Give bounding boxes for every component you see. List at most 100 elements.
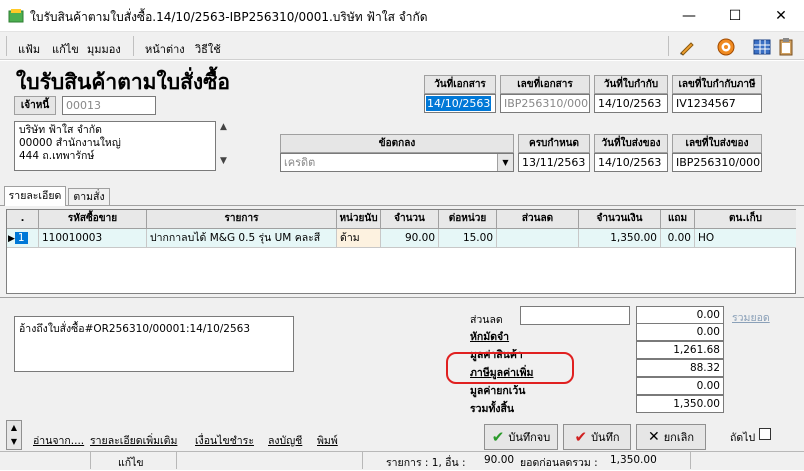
table-cell-description[interactable]: ปากกาลบได้ M&G 0.5 รุ่น UM คละสี	[147, 229, 337, 248]
column-header-unit[interactable]: หน่วยนับ	[337, 210, 381, 229]
tax-invoice-no-label: เลขที่ใบกำกับภาษี	[672, 75, 762, 94]
status-before-discount-label: ยอดก่อนลดรวม :	[520, 457, 598, 469]
terms-label: ข้อตกลง	[280, 134, 514, 153]
status-mode: แก้ไข	[118, 457, 144, 469]
window-title: ใบรับสินค้าตามใบสั่งซื้อ.14/10/2563-IBP2…	[30, 10, 428, 24]
red-check-icon: ✔	[574, 428, 588, 446]
save-label: บันทึก	[591, 431, 620, 444]
toolbar-separator	[668, 36, 669, 56]
save-button[interactable]: ✔ บันทึก	[563, 424, 631, 450]
column-header-free[interactable]: แถม	[661, 210, 695, 229]
delivery-no-field[interactable]: IBP256310/0001	[672, 153, 762, 172]
table-cell-amount[interactable]: 1,350.00	[579, 229, 661, 248]
clipboard-icon[interactable]	[776, 37, 796, 57]
address-line: 00000 สำนักงานใหญ่	[19, 137, 121, 149]
delivery-date-label: วันที่ใบส่งของ	[594, 134, 668, 153]
summary-exempt-label: มูลค่ายกเว้น	[470, 385, 526, 397]
cancel-button[interactable]: ✕ ยกเลิก	[636, 424, 706, 450]
tab-details[interactable]: รายละเอียด	[4, 186, 66, 206]
maximize-button[interactable]: ☐	[712, 0, 758, 31]
table-cell-location[interactable]: HO	[695, 229, 796, 248]
status-amount: 90.00	[484, 454, 515, 466]
summary-goods-value: 1,261.68	[636, 341, 724, 359]
menu-separator	[133, 36, 134, 56]
address-line: บริษัท ฟ้าใส จำกัด	[19, 124, 102, 136]
address-scroll-down-icon[interactable]: ▼	[220, 156, 227, 166]
pen-icon[interactable]	[677, 37, 697, 57]
status-item-count: รายการ : 1, อื่น :	[386, 457, 466, 469]
address-scroll-up-icon[interactable]: ▲	[220, 122, 227, 132]
payment-terms-link[interactable]: เงื่อนไขชำระ	[195, 432, 254, 449]
print-link[interactable]: พิมพ์	[317, 432, 338, 449]
target-icon[interactable]	[716, 37, 736, 57]
delivery-date-field[interactable]: 14/10/2563	[594, 153, 668, 172]
creditor-label-button[interactable]: เจ้าหนี้	[14, 96, 56, 115]
address-box[interactable]: บริษัท ฟ้าใส จำกัด 00000 สำนักงานใหญ่ 44…	[14, 121, 216, 171]
spreadsheet-icon[interactable]	[752, 37, 772, 57]
creditor-code-field[interactable]: 00013	[62, 96, 156, 115]
highlight-annotation	[446, 352, 574, 384]
tab-baseline	[0, 205, 804, 206]
menu-window[interactable]: หน้าต่าง	[145, 40, 185, 58]
save-close-button[interactable]: ✔ บันทึกจบ	[484, 424, 558, 450]
post-ledger-link[interactable]: ลงบัญชี	[268, 432, 302, 449]
next-checkbox[interactable]	[759, 428, 771, 440]
status-separator	[176, 452, 177, 469]
table-cell-unit-price[interactable]: 15.00	[439, 229, 497, 248]
summary-discount-input[interactable]	[520, 306, 630, 325]
minimize-button[interactable]: —	[666, 0, 712, 31]
section-divider	[0, 297, 804, 298]
more-details-link[interactable]: รายละเอียดเพิ่มเติม	[90, 432, 177, 449]
menu-help[interactable]: วิธีใช้	[195, 40, 221, 58]
close-x-icon: ✕	[647, 429, 660, 445]
doc-no-field[interactable]: IBP256310/0001	[500, 94, 590, 113]
menu-edit[interactable]: แก้ไข	[52, 40, 79, 58]
tax-invoice-date-field[interactable]: 14/10/2563	[594, 94, 668, 113]
table-cell-free[interactable]: 0.00	[661, 229, 695, 248]
due-date-field[interactable]: 13/11/2563	[518, 153, 590, 172]
tab-as-ordered[interactable]: ตามสั่ง	[68, 188, 110, 205]
terms-select[interactable]: เครดิต	[280, 153, 514, 172]
table-row-index-cell[interactable]: ▶ 1	[7, 229, 39, 248]
status-separator	[90, 452, 91, 469]
summary-deposit-label[interactable]: หักมัดจำ	[470, 328, 509, 345]
tax-invoice-no-field[interactable]: IV1234567	[672, 94, 762, 113]
table-cell-discount[interactable]	[497, 229, 579, 248]
total-discount-link[interactable]: รวมยอด	[732, 309, 770, 326]
record-spinner[interactable]: ▲ ▼	[6, 420, 22, 450]
column-header-amount[interactable]: จำนวนเงิน	[579, 210, 661, 229]
delivery-no-label: เลขที่ใบส่งของ	[672, 134, 762, 153]
read-from-link[interactable]: อ่านจาก....	[33, 432, 84, 449]
tax-invoice-date-label: วันที่ใบกำกับ	[594, 75, 668, 94]
table-cell-code[interactable]: 110010003	[39, 229, 147, 248]
column-header-qty[interactable]: จำนวน	[381, 210, 439, 229]
menu-view[interactable]: มุมมอง	[87, 40, 121, 58]
address-line: 444 ถ.เทพารักษ์	[19, 150, 95, 162]
doc-date-label: วันที่เอกสาร	[424, 75, 496, 94]
items-table[interactable]: . รหัสซื้อขาย รายการ หน่วยนับ จำนวน ต่อห…	[6, 209, 796, 294]
summary-exempt-value: 0.00	[636, 377, 724, 395]
column-header-description[interactable]: รายการ	[147, 210, 337, 229]
row-pointer-icon: ▶	[8, 234, 15, 244]
column-header-unit-price[interactable]: ต่อหน่วย	[439, 210, 497, 229]
column-header-discount[interactable]: ส่วนลด	[497, 210, 579, 229]
summary-grand-total-label: รวมทั้งสิ้น	[470, 403, 515, 415]
column-header-code[interactable]: รหัสซื้อขาย	[39, 210, 147, 229]
column-header-location[interactable]: ตน.เก็บ	[695, 210, 796, 229]
table-cell-qty[interactable]: 90.00	[381, 229, 439, 248]
summary-grand-total-value: 1,350.00	[636, 395, 724, 413]
menu-file[interactable]: แฟ้ม	[18, 40, 40, 58]
cancel-label: ยกเลิก	[663, 431, 694, 444]
summary-vat-value: 88.32	[636, 359, 724, 377]
summary-deposit-value: 0.00	[636, 323, 724, 341]
summary-discount-label: ส่วนลด	[470, 314, 503, 326]
page-title: ใบรับสินค้าตามใบสั่งซื้อ	[16, 70, 230, 94]
column-header-index[interactable]: .	[7, 210, 39, 229]
save-close-label: บันทึกจบ	[508, 431, 551, 444]
chevron-down-icon[interactable]: ▼	[497, 154, 513, 171]
close-button[interactable]: ✕	[758, 0, 804, 31]
doc-date-field[interactable]: 14/10/2563	[424, 94, 496, 113]
table-cell-unit[interactable]: ด้าม	[337, 229, 381, 248]
reference-note-box[interactable]: อ้างถึงใบสั่งซื้อ#OR256310/00001:14/10/2…	[14, 316, 294, 372]
doc-no-label: เลขที่เอกสาร	[500, 75, 590, 94]
